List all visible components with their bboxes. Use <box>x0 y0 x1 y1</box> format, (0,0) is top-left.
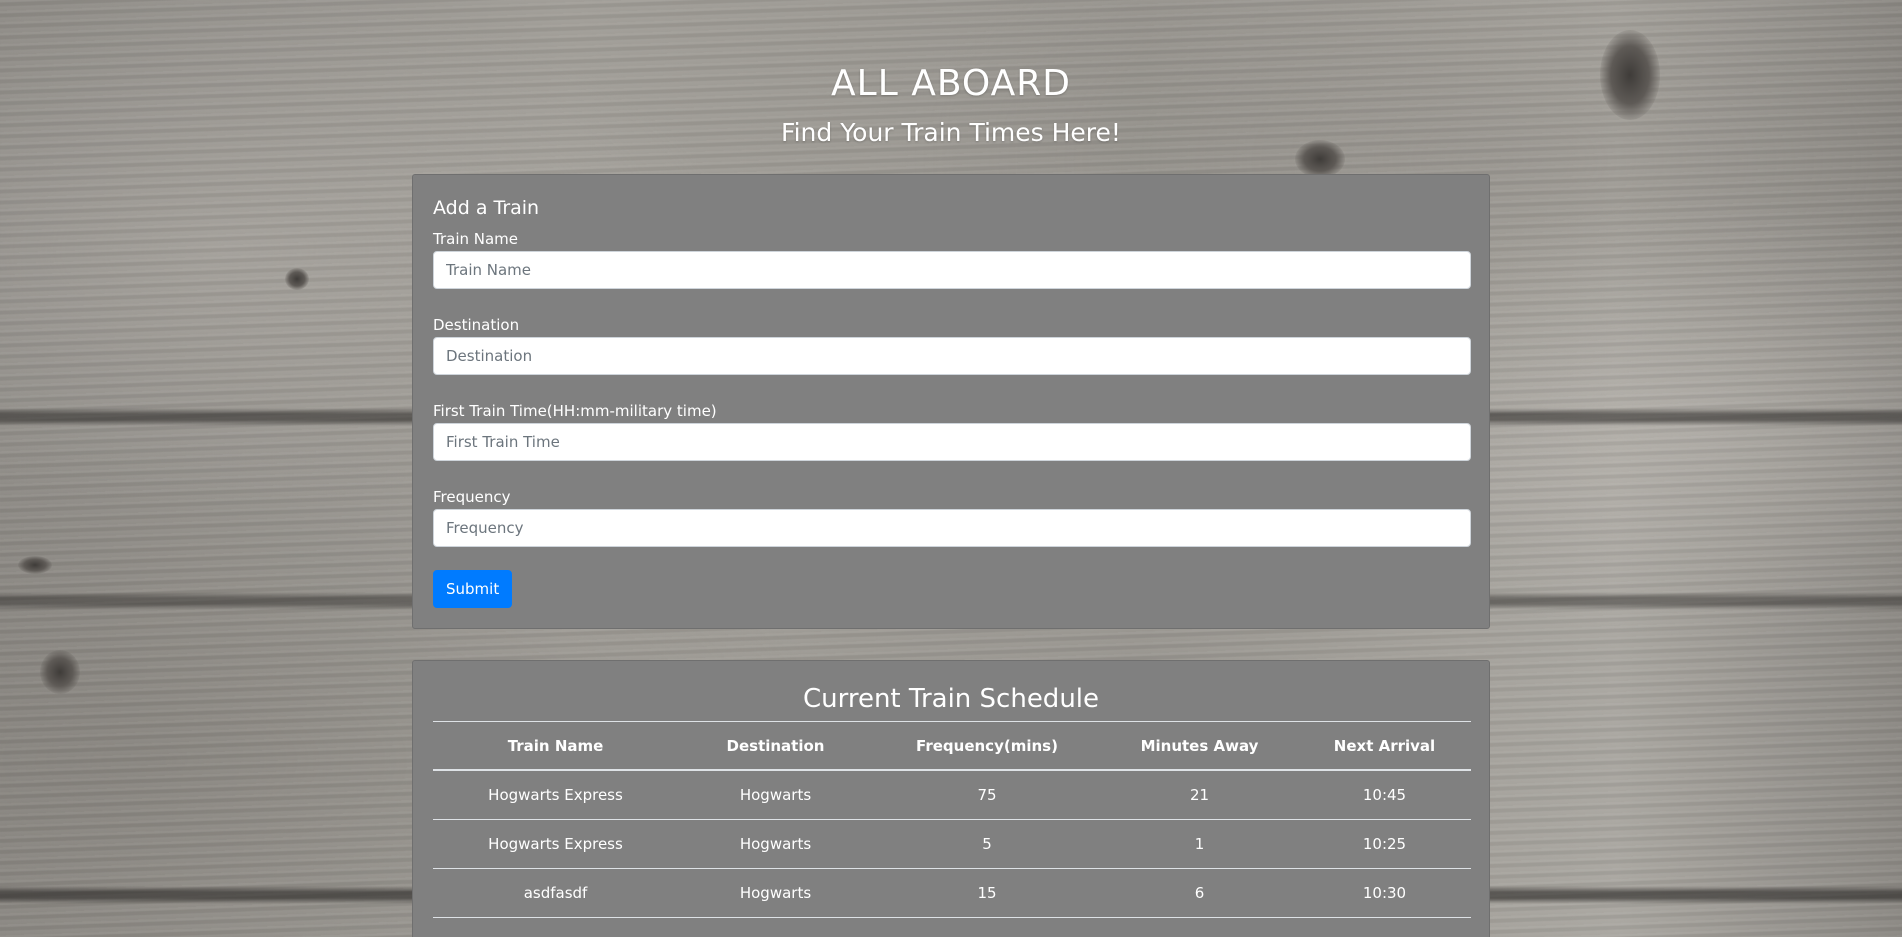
cell-minutes-away: 1 <box>1101 819 1298 869</box>
column-header-frequency: Frequency(mins) <box>873 721 1101 771</box>
cell-frequency: 5 <box>873 819 1101 869</box>
submit-button[interactable]: Submit <box>433 570 513 608</box>
train-name-input[interactable] <box>433 251 1471 289</box>
cell-destination: Hogwarts <box>678 770 873 820</box>
destination-label: Destination <box>433 316 520 334</box>
cell-minutes-away: 6 <box>1101 868 1298 918</box>
cell-frequency: 15 <box>873 868 1101 918</box>
cell-next-arrival: 10:25 <box>1298 819 1471 869</box>
first-train-time-group: First Train Time(HH:mm-military time) <box>433 401 1471 461</box>
wood-knot-decoration <box>18 556 52 574</box>
table-row: Hogwarts Express Hogwarts 5 1 10:25 <box>433 819 1471 869</box>
cell-train-name: Hogwarts Express <box>433 819 678 869</box>
page-title: ALL ABOARD <box>831 63 1071 104</box>
add-train-heading: Add a Train <box>433 197 540 219</box>
train-name-group: Train Name <box>433 229 1471 289</box>
train-schedule-panel: Current Train Schedule Train Name Destin… <box>412 660 1490 937</box>
cell-destination: Hogwarts <box>678 868 873 918</box>
page-subtitle: Find Your Train Times Here! <box>781 118 1121 147</box>
frequency-label: Frequency <box>433 488 511 506</box>
cell-train-name: asdfasdf <box>433 868 678 918</box>
schedule-heading: Current Train Schedule <box>802 684 1100 714</box>
cell-next-arrival: 10:30 <box>1298 868 1471 918</box>
column-header-minutes-away: Minutes Away <box>1101 721 1298 771</box>
cell-minutes-away: 21 <box>1101 770 1298 820</box>
column-header-destination: Destination <box>678 721 873 771</box>
first-train-time-input[interactable] <box>433 423 1471 461</box>
frequency-input[interactable] <box>433 509 1471 547</box>
column-header-train-name: Train Name <box>433 721 678 771</box>
destination-group: Destination <box>433 315 1471 375</box>
frequency-group: Frequency <box>433 487 1471 547</box>
table-row: Hogwarts Express Hogwarts 75 21 10:45 <box>433 770 1471 820</box>
column-header-next-arrival: Next Arrival <box>1298 721 1471 771</box>
add-train-panel: Add a Train Train Name Destination First… <box>412 174 1490 629</box>
cell-frequency: 75 <box>873 770 1101 820</box>
first-train-time-label: First Train Time(HH:mm-military time) <box>433 402 717 420</box>
cell-next-arrival: 10:45 <box>1298 770 1471 820</box>
destination-input[interactable] <box>433 337 1471 375</box>
schedule-table: Train Name Destination Frequency(mins) M… <box>433 721 1471 918</box>
wood-knot-decoration <box>40 650 80 694</box>
wood-knot-decoration <box>285 268 309 290</box>
cell-train-name: Hogwarts Express <box>433 770 678 820</box>
table-row: asdfasdf Hogwarts 15 6 10:30 <box>433 868 1471 918</box>
table-header-row: Train Name Destination Frequency(mins) M… <box>433 721 1471 771</box>
cell-destination: Hogwarts <box>678 819 873 869</box>
train-name-label: Train Name <box>433 230 519 248</box>
